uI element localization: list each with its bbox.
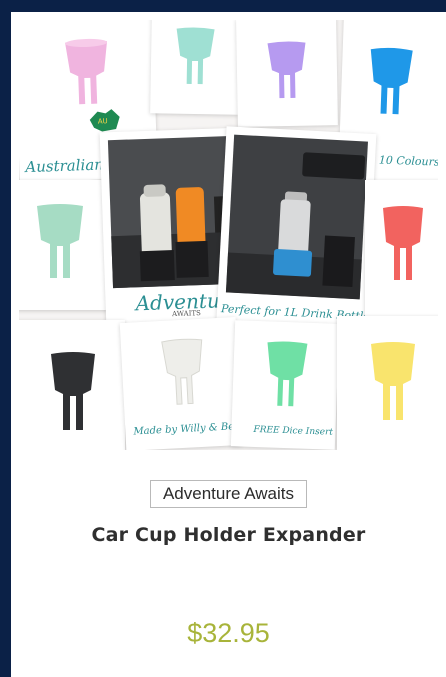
mint-cup-icon <box>176 27 215 85</box>
collection-badge-wrap: Adventure Awaits <box>11 480 446 508</box>
polaroid-yellow-cup <box>337 316 438 450</box>
product-image-collage[interactable]: AU Australian Made 10 Colours Adventure … <box>19 20 438 450</box>
caption-adventure-sub: AWAITS <box>171 309 202 319</box>
coral-cup-icon <box>383 206 423 280</box>
yellow-cup-icon <box>371 342 415 420</box>
caption-made-by: Made by Willy & Bear <box>133 420 246 438</box>
blue-cup-icon <box>370 47 413 115</box>
product-card[interactable]: AU Australian Made 10 Colours Adventure … <box>11 12 446 677</box>
caption-free-insert: FREE Dice Insert <box>253 424 334 438</box>
product-title[interactable]: Car Cup Holder Expander <box>11 524 446 546</box>
black-cup-icon <box>51 352 95 430</box>
polaroid-mint-cup <box>150 20 240 115</box>
polaroid-green-cup: FREE Dice Insert <box>230 320 340 450</box>
sage-cup-icon <box>37 204 83 278</box>
lilac-cup-icon <box>267 41 306 99</box>
green-cup-icon <box>267 341 308 407</box>
polaroid-coral-cup <box>365 180 438 320</box>
caption-colours: 10 Colours <box>378 153 438 169</box>
car-interior-photo-right <box>225 134 368 300</box>
polaroid-black-cup <box>19 320 125 450</box>
australia-map-icon: AU <box>89 109 120 132</box>
pink-cup-icon <box>65 38 108 105</box>
white-cup-icon <box>161 338 203 405</box>
polaroid-sage-cup <box>19 180 111 310</box>
collection-badge[interactable]: Adventure Awaits <box>149 480 308 508</box>
product-price: $32.95 <box>187 618 270 648</box>
svg-text:AU: AU <box>98 117 108 125</box>
polaroid-drink-bottles: Perfect for 1L Drink Bottles <box>215 126 377 344</box>
polaroid-white-cup: Made by Willy & Bear <box>119 317 246 450</box>
polaroid-lilac-cup <box>236 20 338 127</box>
